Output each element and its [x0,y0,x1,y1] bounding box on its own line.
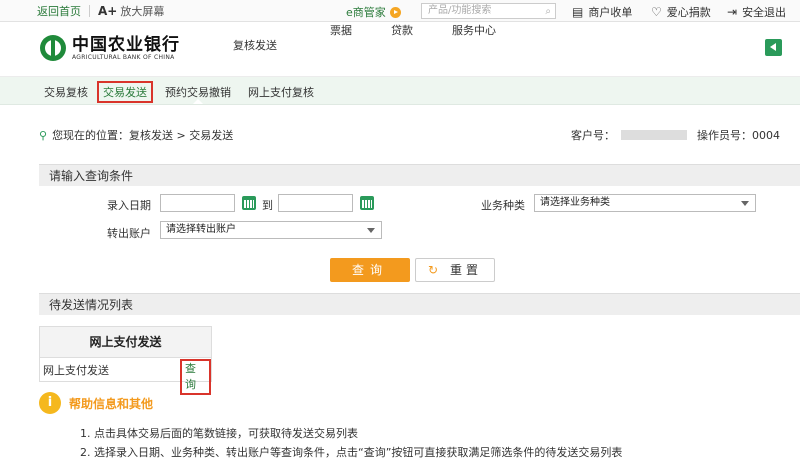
calendar-icon[interactable] [242,196,256,210]
pending-table: 网上支付发送 网上支付发送 查询 [39,326,212,395]
query-button[interactable]: 查询 [330,258,410,282]
info-icon: i [39,392,61,414]
reset-label: 重置 [449,263,482,277]
query-section-title: 请输入查询条件 [39,164,800,186]
emanager-link[interactable]: e商管家 [346,4,401,20]
help-title: 帮助信息和其他 [69,396,154,411]
logout-icon: ⇥ [727,5,738,19]
breadcrumb: ⚲ 您现在的位置：复核发送 > 交易发送 [39,127,233,143]
table-row: 网上支付发送 查询 [40,358,211,395]
heart-hand-icon: ♡ [651,5,662,19]
main-header: 中国农业银行 AGRICULTURAL BANK OF CHINA 复核发送 票… [0,22,800,77]
logout-link[interactable]: ⇥ 安全退出 [727,4,786,20]
end-date-input[interactable] [278,194,353,212]
zoom-screen-label: 放大屏幕 [120,4,165,18]
divider [89,4,90,17]
document-icon: ▤ [572,5,584,19]
emanager-label: e商管家 [346,6,386,19]
reset-button[interactable]: ↻ 重置 [415,258,495,282]
active-caret-icon [193,99,203,104]
collapse-sidebar-icon[interactable] [765,39,782,56]
subnav-transaction-send[interactable]: 交易发送 [97,81,153,103]
bank-name-cn: 中国农业银行 [72,34,180,55]
search-icon[interactable]: ⌕ [545,5,551,19]
breadcrumb-text: 您现在的位置：复核发送 > 交易发送 [52,129,234,142]
charity-label: 爱心捐款 [666,6,711,19]
search-placeholder: 产品/功能搜索 [428,5,492,16]
zoom-icon: A+ [98,3,118,18]
location-pin-icon: ⚲ [39,128,48,142]
sub-nav: 交易复核 交易发送 预约交易撤销 网上支付复核 [0,77,800,105]
account-select[interactable]: 请选择转出账户 [160,221,382,239]
account-value: 请选择转出账户 [166,224,236,235]
nav-review-send[interactable]: 复核发送 [233,37,277,53]
nav-loans[interactable]: 贷款 [391,22,413,38]
nav-service-center[interactable]: 服务中心 [452,22,496,38]
help-header: i 帮助信息和其他 [39,392,153,414]
pending-section-title: 待发送情况列表 [39,293,800,315]
help-line: 1. 点击具体交易后面的笔数链接，可获取待发送交易列表 [80,427,358,440]
help-line: 2. 选择录入日期、业务种类、转出账户等查询条件，点击“查询”按钮可直接获取满足… [80,446,623,459]
customer-id-redacted [621,130,687,140]
merchant-link[interactable]: ▤ 商户收单 [572,4,632,20]
bank-name-en: AGRICULTURAL BANK OF CHINA [72,53,175,61]
biz-type-label: 业务种类 [481,199,525,212]
start-date-input[interactable] [160,194,235,212]
biz-type-value: 请选择业务种类 [540,197,610,208]
customer-info: 客户号： 操作员号：0004 [571,127,780,143]
customer-id-label: 客户号： [571,129,615,142]
logout-label: 安全退出 [742,6,787,19]
top-utility-bar: 返回首页 A+ 放大屏幕 e商管家 产品/功能搜索 ⌕ ▤ 商户收单 ♡ 爱心捐… [0,0,800,22]
abc-emblem-icon [40,35,66,61]
search-input[interactable]: 产品/功能搜索 ⌕ [421,3,556,19]
biz-type-select[interactable]: 请选择业务种类 [534,194,756,212]
operator-id: 操作员号：0004 [697,129,780,142]
chevron-down-icon [741,201,749,206]
table-header: 网上支付发送 [40,327,211,358]
merchant-label: 商户收单 [588,6,633,19]
row-query-link[interactable]: 查询 [180,359,211,395]
chevron-down-icon [367,228,375,233]
subnav-transaction-review[interactable]: 交易复核 [44,84,88,100]
nav-review-send-label: 复核发送 [233,39,277,52]
charity-link[interactable]: ♡ 爱心捐款 [651,4,711,20]
zoom-screen-button[interactable]: A+ 放大屏幕 [98,3,164,19]
home-link[interactable]: 返回首页 [37,3,81,19]
bank-logo[interactable]: 中国农业银行 AGRICULTURAL BANK OF CHINA [40,35,180,61]
date-label: 录入日期 [107,199,151,212]
refresh-icon: ↻ [428,263,439,277]
account-label: 转出账户 [107,227,151,240]
subnav-scheduled-cancel[interactable]: 预约交易撤销 [165,84,231,100]
nav-bills[interactable]: 票据 [330,22,352,38]
calendar-icon[interactable] [360,196,374,210]
row-label: 网上支付发送 [43,363,109,377]
play-icon [389,6,401,18]
date-to-label: 到 [262,199,273,212]
subnav-online-pay-review[interactable]: 网上支付复核 [248,84,314,100]
